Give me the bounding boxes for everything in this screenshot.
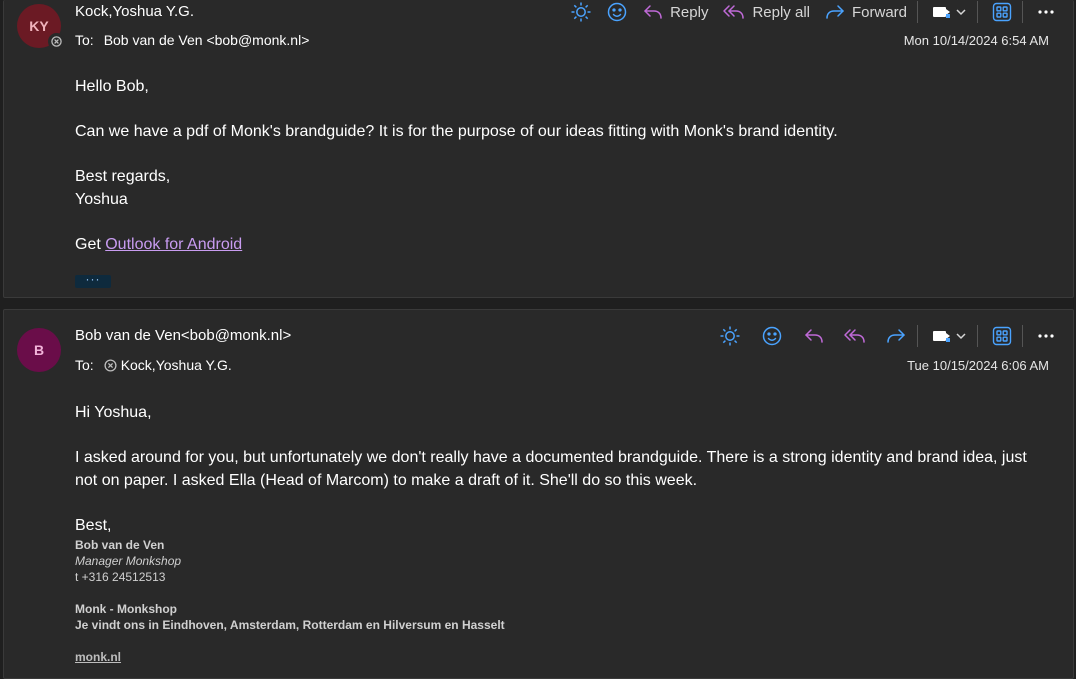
greeting: Hi Yoshua, [75,404,152,421]
message-body: Hello Bob, Can we have a pdf of Monk's b… [75,75,1033,290]
reply-icon[interactable] [803,326,825,346]
message-card-1: KY Kock,Yoshua Y.G. To: Bob van de Ven <… [3,0,1074,298]
reply-all-button[interactable]: Reply all [722,2,810,22]
message-toolbar [705,323,1055,349]
toolbar-divider [977,325,978,347]
reply-label: Reply [670,3,709,21]
emoji-icon[interactable] [606,1,628,23]
to-line: To: Bob van de Ven <bob@monk.nl> [75,32,309,48]
message-card-2: B Bob van de Ven<bob@monk.nl> To: Kock,Y… [3,309,1074,679]
presence-blocked-icon [48,33,65,50]
body-paragraph: I asked around for you, but unfortunatel… [75,449,1027,489]
sender-name[interactable]: Bob van de Ven<bob@monk.nl> [75,327,291,344]
message-date: Tue 10/15/2024 6:06 AM [907,358,1049,373]
toolbar-divider [917,325,918,347]
sun-icon[interactable] [719,325,741,347]
reply-all-icon[interactable] [843,326,867,346]
sig-phone: t +316 24512513 [75,570,166,584]
reply-button[interactable]: Reply [642,2,708,22]
signature: Bob van de Ven Manager Monkshop t +316 2… [75,537,1033,665]
body-paragraph: Can we have a pdf of Monk's brandguide? … [75,123,838,140]
sender-name[interactable]: Kock,Yoshua Y.G. [75,3,194,20]
tag-icon [932,328,952,344]
apps-icon[interactable] [992,326,1012,346]
get-outlook-line: Get Outlook for Android [75,233,1033,256]
to-label: To: [75,32,94,48]
message-toolbar: Reply Reply all Forward [556,0,1055,25]
message-date: Mon 10/14/2024 6:54 AM [903,33,1049,48]
sig-name: Bob van de Ven [75,538,165,552]
avatar[interactable]: B [17,328,61,372]
chevron-down-icon [955,6,967,18]
toolbar-divider [917,1,918,23]
sig-title: Manager Monkshop [75,554,182,568]
reply-all-label: Reply all [752,3,810,21]
avatar-initials: KY [29,18,49,34]
forward-label: Forward [851,3,907,21]
recipient[interactable]: Bob van de Ven <bob@monk.nl> [104,32,310,48]
more-icon[interactable] [1037,9,1055,15]
show-quoted-text-button[interactable]: ··· [75,273,111,288]
to-label: To: [75,357,94,373]
outlook-android-link[interactable]: Outlook for Android [105,236,242,253]
sig-company: Monk - Monkshop [75,602,177,616]
toolbar-divider [977,1,978,23]
message-body: Hi Yoshua, I asked around for you, but u… [75,401,1033,665]
avatar-initials: B [33,342,45,358]
reply-all-icon [722,2,746,22]
closing: Best, [75,517,112,534]
greeting: Hello Bob, [75,78,149,95]
toolbar-divider [1022,1,1023,23]
tag-menu-button[interactable] [932,4,967,20]
forward-button[interactable]: Forward [824,2,907,22]
more-icon[interactable] [1037,333,1055,339]
to-line: To: Kock,Yoshua Y.G. [75,357,232,373]
recipient[interactable]: Kock,Yoshua Y.G. [121,357,232,373]
sender-signoff: Yoshua [75,191,128,208]
tag-menu-button[interactable] [932,328,967,344]
sun-icon[interactable] [570,1,592,23]
chevron-down-icon [955,330,967,342]
closing-block: Best regards, Yoshua [75,165,1033,211]
reply-icon [642,2,664,22]
forward-icon [824,2,846,22]
get-prefix: Get [75,236,106,253]
emoji-icon[interactable] [761,325,783,347]
sig-website-link[interactable]: monk.nl [75,650,121,664]
tag-icon [932,4,952,20]
blocked-icon [104,358,117,372]
apps-icon[interactable] [992,2,1012,22]
toolbar-divider [1022,325,1023,347]
closing: Best regards, [75,168,171,185]
forward-icon[interactable] [885,326,907,346]
sig-locations: Je vindt ons in Eindhoven, Amsterdam, Ro… [75,618,505,632]
